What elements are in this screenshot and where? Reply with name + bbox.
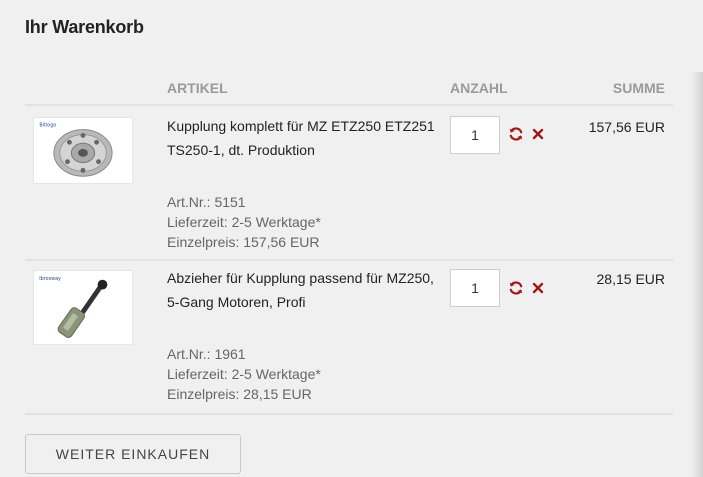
product-name[interactable]: Abzieher für Kupplung passend für MZ250,… — [167, 266, 447, 314]
product-image-clutch[interactable]: Bitlogo — [33, 117, 133, 184]
product-meta: Art.Nr.: 1961 Lieferzeit: 2-5 Werktage* … — [167, 344, 321, 404]
unit-price: Einzelpreis: 28,15 EUR — [167, 386, 312, 402]
article-number: Art.Nr.: 1961 — [167, 346, 246, 362]
line-total: 28,15 EUR — [596, 271, 665, 287]
cart-item-row: Bitlogo Kupplung komplett für MZ ETZ250 … — [25, 106, 673, 261]
side-panel-edge-shadow — [691, 72, 703, 477]
column-header-article: ARTIKEL — [167, 80, 228, 96]
cart-table-header: ARTIKEL ANZAHL SUMME — [25, 72, 673, 106]
quantity-input[interactable] — [450, 116, 500, 154]
column-header-quantity: ANZAHL — [450, 80, 508, 96]
refresh-icon[interactable] — [507, 125, 525, 143]
delivery-time: Lieferzeit: 2-5 Werktage* — [167, 366, 321, 382]
svg-text:Ibrosway: Ibrosway — [39, 276, 61, 282]
product-name[interactable]: Kupplung komplett für MZ ETZ250 ETZ251 T… — [167, 114, 447, 162]
cart-item-row: Ibrosway Abzieher für Kupplung passend f… — [25, 261, 673, 415]
product-name-line: Abzieher für Kupplung passend für MZ250, — [167, 270, 434, 286]
refresh-icon[interactable] — [507, 279, 525, 297]
remove-icon[interactable] — [529, 125, 547, 143]
column-header-total: SUMME — [612, 80, 665, 96]
line-total: 157,56 EUR — [588, 119, 665, 135]
article-number: Art.Nr.: 5151 — [167, 194, 246, 210]
product-name-line: Kupplung komplett für MZ ETZ250 ETZ251 — [167, 118, 435, 134]
continue-shopping-button[interactable]: WEITER EINKAUFEN — [25, 434, 241, 474]
clutch-puller-tool-image: Ibrosway — [34, 271, 132, 344]
unit-price: Einzelpreis: 157,56 EUR — [167, 234, 320, 250]
clutch-assembly-image: Bitlogo — [34, 118, 132, 183]
svg-text:Bitlogo: Bitlogo — [39, 123, 56, 129]
product-name-line: 5-Gang Motoren, Profi — [167, 294, 306, 310]
product-meta: Art.Nr.: 5151 Lieferzeit: 2-5 Werktage* … — [167, 192, 321, 252]
product-name-line: TS250-1, dt. Produktion — [167, 142, 315, 158]
product-image-puller[interactable]: Ibrosway — [33, 270, 133, 345]
delivery-time: Lieferzeit: 2-5 Werktage* — [167, 214, 321, 230]
quantity-input[interactable] — [450, 269, 500, 307]
page-title: Ihr Warenkorb — [25, 17, 144, 37]
remove-icon[interactable] — [529, 279, 547, 297]
